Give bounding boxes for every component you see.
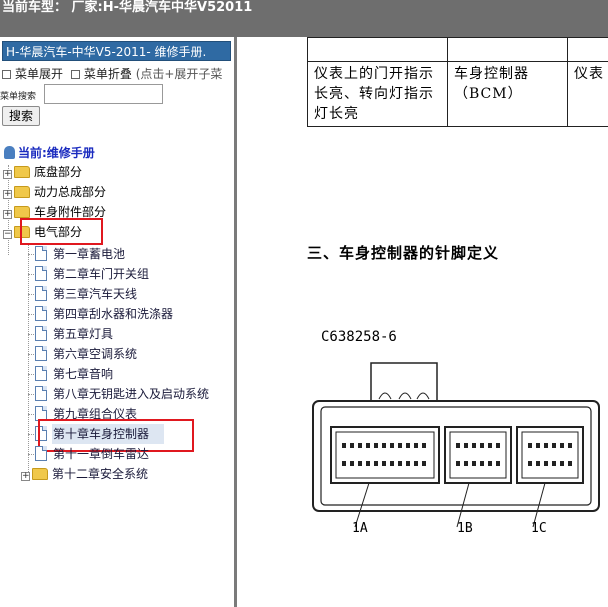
search-button[interactable]: 搜索 [2,106,40,126]
collapse-hint: (点击+展开子菜 [135,67,223,81]
document-icon [35,246,47,261]
tree-guide-line [28,244,29,472]
folder-icon [32,468,48,480]
manual-icon [4,146,15,159]
document-icon [35,386,47,401]
table-row [307,37,608,62]
annotation-highlight-electrical [20,218,103,245]
expand-icon [2,70,11,79]
menu-expand-link[interactable]: 菜单展开 [15,67,63,81]
fault-table: 仪表上的门开指示长亮、转向灯指示灯长亮 车身控制器（BCM） 仪表 [307,37,608,127]
search-label: 菜单搜索 [0,92,37,102]
table-cell [567,37,608,62]
chapter-item[interactable]: 第一章蓄电池 [35,244,125,264]
table-cell: 仪表 [567,61,608,127]
chapter-item[interactable]: 第五章灯具 [35,324,113,344]
expand-toggle-icon[interactable]: + [21,472,30,481]
connector-diagram [312,362,600,528]
sidebar: H-华晨汽车-中华V5-2011- 维修手册. 菜单展开 菜单折叠 (点击+展开… [0,37,234,607]
connector-part-number: C638258-6 [321,329,397,345]
chapter-item[interactable]: 第十一章倒车雷达 [35,444,149,464]
folder-icon [14,166,30,178]
table-cell [307,37,448,62]
expand-toggle-icon[interactable]: + [3,170,12,179]
chapter-item[interactable]: 第八章无钥匙进入及启动系统 [35,384,209,404]
title-vehicle: 厂家:H-华晨汽车中华V52011 [71,0,253,15]
collapse-toggle-icon[interactable]: − [3,230,12,239]
menu-collapse-link[interactable]: 菜单折叠 [84,67,132,81]
manual-title: H-华晨汽车-中华V5-2011- 维修手册. [2,41,231,61]
document-icon [35,366,47,381]
document-icon [35,326,47,341]
document-icon [35,306,47,321]
current-location: 当前:维修手册 [4,144,95,161]
connector-label-1c: 1C [531,521,547,536]
chapter-item[interactable]: 第三章汽车天线 [35,284,137,304]
menu-toggle-row: 菜单展开 菜单折叠 (点击+展开子菜 [2,65,234,81]
chapter-item[interactable]: 第六章空调系统 [35,344,137,364]
chapter-item-safety[interactable]: + 第十二章安全系统 [21,464,148,484]
document-view: 仪表上的门开指示长亮、转向灯指示灯长亮 车身控制器（BCM） 仪表 三、车身控制… [237,37,608,607]
table-cell [447,37,568,62]
expand-toggle-icon[interactable]: + [3,190,12,199]
connector-label-1b: 1B [457,521,473,536]
connector-label-1a: 1A [352,521,368,536]
folder-icon [14,206,30,218]
document-icon [35,266,47,281]
tree-item-powertrain[interactable]: + 动力总成部分 [3,182,106,202]
table-cell: 车身控制器（BCM） [447,61,568,127]
tree-item-chassis[interactable]: + 底盘部分 [3,162,82,182]
section-heading: 三、车身控制器的针脚定义 [307,244,500,262]
table-row: 仪表上的门开指示长亮、转向灯指示灯长亮 车身控制器（BCM） 仪表 [307,61,608,127]
window-title-bar: 当前车型： 厂家:H-华晨汽车中华V52011 [0,0,608,37]
table-cell: 仪表上的门开指示长亮、转向灯指示灯长亮 [307,61,448,127]
search-input[interactable] [44,84,163,104]
document-icon [35,286,47,301]
title-prefix: 当前车型： [2,0,68,15]
folder-icon [14,186,30,198]
document-icon [35,446,47,461]
chapter-item[interactable]: 第二章车门开关组 [35,264,149,284]
document-icon [35,346,47,361]
expand-toggle-icon[interactable]: + [3,210,12,219]
chapter-item[interactable]: 第七章音响 [35,364,113,384]
collapse-icon [70,70,80,79]
chapter-item[interactable]: 第四章刮水器和洗涤器 [35,304,173,324]
